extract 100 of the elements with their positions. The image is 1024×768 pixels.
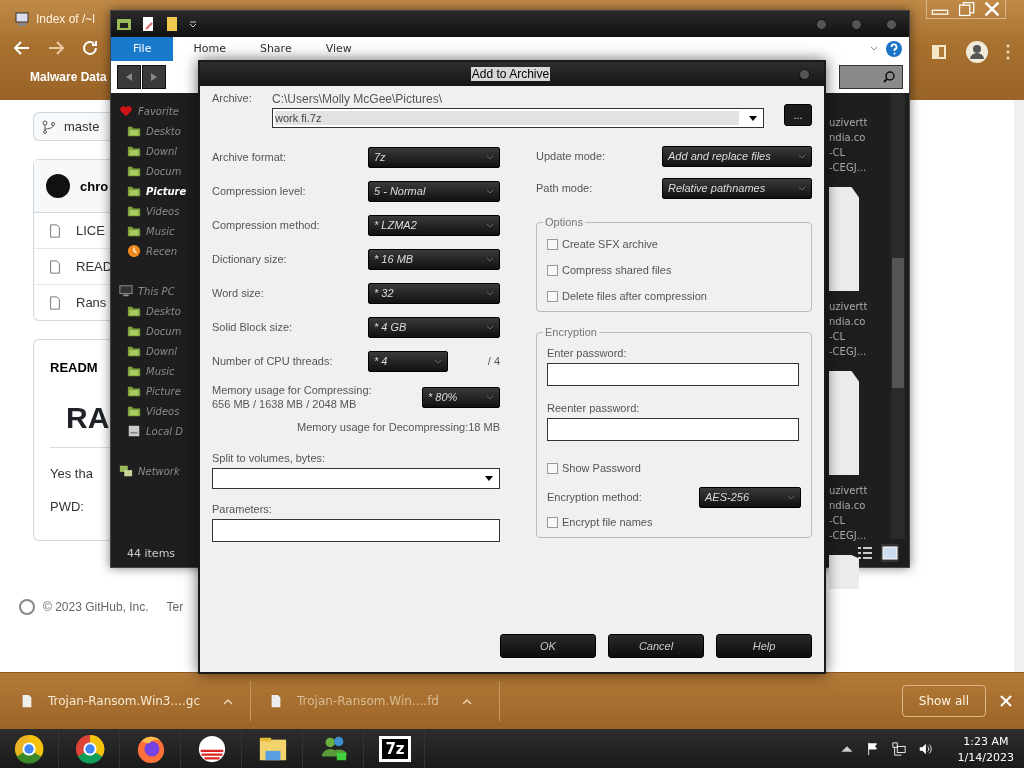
checkbox-label[interactable]: Delete files after compression bbox=[562, 290, 707, 302]
checkbox[interactable] bbox=[547, 290, 558, 302]
nav-item[interactable]: Picture bbox=[146, 385, 181, 397]
chevron-icon[interactable] bbox=[486, 188, 494, 194]
dropdown-icon[interactable] bbox=[188, 19, 198, 29]
dialog-button[interactable]: OK bbox=[500, 634, 596, 658]
file-link[interactable]: LICE bbox=[76, 223, 105, 238]
nav-item[interactable]: Downl bbox=[146, 145, 178, 157]
dialog-button[interactable]: Cancel bbox=[608, 634, 704, 658]
chevron-icon[interactable] bbox=[787, 494, 795, 500]
dropdown[interactable]: * 80% bbox=[422, 386, 500, 408]
chevron-icon[interactable] bbox=[486, 290, 494, 296]
checkbox-label[interactable]: Create SFX archive bbox=[562, 238, 658, 250]
profile-icon[interactable] bbox=[966, 41, 988, 63]
clock[interactable]: 1:23 AM 1/14/2023 bbox=[943, 734, 1024, 764]
window-controls[interactable] bbox=[926, 0, 1006, 19]
checkbox[interactable] bbox=[547, 238, 558, 250]
flag-icon[interactable] bbox=[865, 742, 880, 756]
close-icon[interactable] bbox=[1000, 695, 1012, 707]
details-view-icon[interactable] bbox=[857, 545, 873, 561]
nav-item[interactable]: Favorite bbox=[138, 105, 179, 117]
scrollbar[interactable] bbox=[1014, 100, 1024, 672]
nav-item[interactable]: Videos bbox=[146, 405, 180, 417]
dropdown-arrow-icon[interactable] bbox=[749, 115, 757, 121]
back-forward-buttons[interactable] bbox=[117, 65, 166, 89]
nav-item[interactable]: Local D bbox=[146, 425, 183, 437]
nav-item[interactable]: Music bbox=[146, 225, 175, 237]
checkbox-label[interactable]: Show Password bbox=[562, 462, 641, 474]
file-thumbnail[interactable] bbox=[829, 371, 859, 475]
show-all-button[interactable]: Show all bbox=[901, 685, 986, 717]
nav-item[interactable]: Picture bbox=[146, 185, 187, 197]
thumbnail-view-icon[interactable] bbox=[881, 544, 899, 562]
chevron-icon[interactable] bbox=[486, 222, 494, 228]
folder-icon[interactable] bbox=[164, 16, 180, 32]
dropdown-arrow-icon[interactable] bbox=[485, 476, 493, 481]
file-link[interactable]: Rans bbox=[76, 295, 107, 310]
menu-icon[interactable] bbox=[1006, 43, 1010, 61]
dialog-button[interactable]: Help bbox=[716, 634, 812, 658]
nav-item[interactable]: Deskto bbox=[146, 305, 181, 317]
nav-item[interactable]: Recen bbox=[146, 245, 178, 257]
dropdown[interactable]: * LZMA2 bbox=[368, 214, 500, 236]
checkbox-label[interactable]: Encrypt file names bbox=[562, 516, 653, 528]
taskbar-button[interactable]: 7z bbox=[366, 729, 425, 768]
scrollbar[interactable] bbox=[891, 93, 905, 539]
nav-item[interactable]: Docum bbox=[146, 165, 182, 177]
minimize-button[interactable] bbox=[816, 18, 827, 30]
footer-link[interactable]: Ter bbox=[166, 600, 184, 614]
ribbon-tab[interactable]: Home bbox=[179, 37, 240, 61]
chevron-icon[interactable] bbox=[486, 256, 494, 262]
dropdown[interactable]: 7z bbox=[368, 146, 500, 168]
ribbon-tab[interactable]: Share bbox=[245, 37, 306, 61]
download-name[interactable]: Trojan-Ransom.Win3....gc bbox=[48, 694, 200, 708]
close-button[interactable] bbox=[799, 68, 810, 80]
branch-button[interactable]: maste bbox=[33, 112, 110, 141]
dropdown[interactable]: * 16 MB bbox=[368, 248, 500, 270]
dropdown[interactable]: AES-256 bbox=[699, 486, 801, 508]
file-name[interactable]: uzivertt ndia.co -CL -CEGJ... bbox=[829, 299, 887, 359]
help-icon[interactable] bbox=[885, 40, 903, 58]
nav-item[interactable]: Network bbox=[138, 465, 180, 477]
checkbox[interactable] bbox=[547, 264, 558, 276]
chevron-icon[interactable] bbox=[798, 185, 806, 191]
nav-item[interactable]: Docum bbox=[146, 325, 182, 337]
nav-item[interactable]: Downl bbox=[146, 345, 178, 357]
checkbox-label[interactable]: Compress shared files bbox=[562, 264, 672, 276]
parameters-field[interactable] bbox=[212, 519, 500, 542]
forward-icon[interactable] bbox=[142, 65, 166, 89]
chevron-icon[interactable] bbox=[486, 324, 494, 330]
volume-icon[interactable] bbox=[917, 742, 932, 756]
password-field[interactable] bbox=[547, 418, 799, 441]
file-thumbnail[interactable] bbox=[829, 187, 859, 291]
file-thumbnail[interactable] bbox=[829, 555, 859, 589]
checkbox[interactable] bbox=[547, 462, 558, 474]
chevron-icon[interactable] bbox=[486, 394, 494, 400]
dropdown[interactable]: Relative pathnames bbox=[662, 177, 812, 199]
back-icon[interactable] bbox=[117, 65, 141, 89]
bookmark[interactable]: Malware Data bbox=[30, 70, 107, 84]
nav-item[interactable]: Music bbox=[146, 365, 175, 377]
dropdown[interactable]: Add and replace files bbox=[662, 145, 812, 167]
file-name[interactable]: uzivertt ndia.co -CL -CEGJ... bbox=[829, 115, 887, 175]
close-button[interactable] bbox=[886, 18, 897, 30]
maximize-button[interactable] bbox=[851, 18, 862, 30]
dropdown[interactable]: * 4 GB bbox=[368, 316, 500, 338]
search-icon[interactable] bbox=[882, 70, 896, 84]
folder-icon[interactable] bbox=[116, 16, 132, 32]
dropdown[interactable]: 5 - Normal bbox=[368, 180, 500, 202]
password-field[interactable] bbox=[547, 363, 799, 386]
checkbox[interactable] bbox=[547, 516, 558, 528]
nav-item[interactable]: Videos bbox=[146, 205, 180, 217]
sidebar-icon[interactable] bbox=[930, 43, 948, 61]
archive-name-combo[interactable]: work fi.7z bbox=[272, 108, 764, 128]
nav-item[interactable]: Deskto bbox=[146, 125, 181, 137]
dropdown[interactable]: * 32 bbox=[368, 282, 500, 304]
network-icon[interactable] bbox=[891, 742, 906, 756]
reload-icon[interactable] bbox=[80, 38, 100, 58]
dropdown[interactable]: * 4 bbox=[368, 350, 448, 372]
file-name[interactable]: uzivertt ndia.co -CL -CEGJ... bbox=[829, 483, 887, 543]
notepad-icon[interactable] bbox=[140, 16, 156, 32]
ribbon-tab[interactable]: File bbox=[111, 37, 174, 61]
nav-item[interactable]: This PC bbox=[138, 285, 175, 297]
ribbon-tab[interactable]: View bbox=[311, 37, 366, 61]
